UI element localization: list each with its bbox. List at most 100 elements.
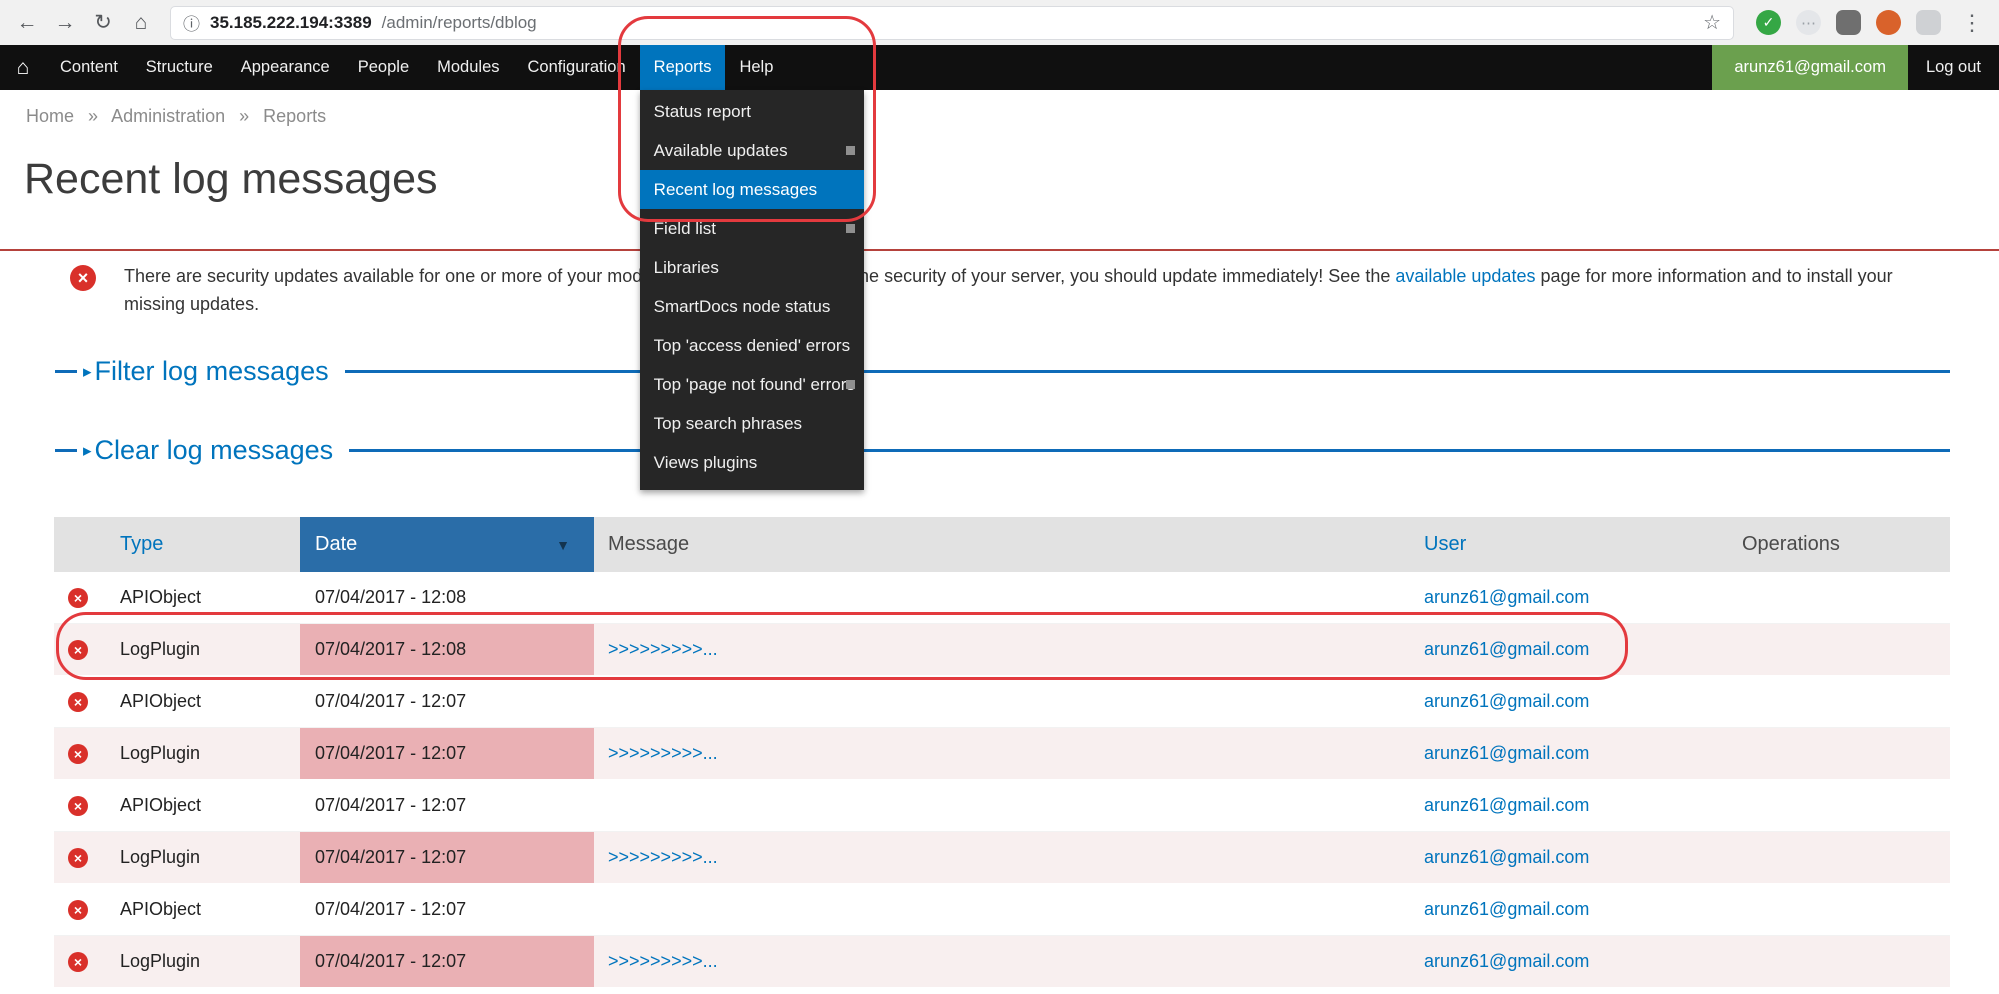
breadcrumb: Home » Administration » Reports — [26, 106, 326, 127]
clear-log-messages-legend[interactable]: ▸ Clear log messages — [77, 432, 349, 468]
toolbar-item-content[interactable]: Content — [46, 45, 132, 90]
log-operations-cell — [1730, 988, 1950, 994]
home-icon[interactable]: ⌂ — [124, 6, 158, 40]
reload-icon[interactable]: ↻ — [86, 6, 120, 40]
extension-check-icon[interactable]: ✓ — [1756, 10, 1781, 35]
log-message-link[interactable]: >>>>>>>>>... — [608, 743, 718, 763]
drupal-home-icon[interactable]: ⌂ — [0, 45, 46, 90]
log-type: APIObject — [120, 899, 201, 919]
log-row: × LogPlugin 07/04/2017 - 12:07 >>>>>>>>>… — [54, 936, 1950, 988]
update-indicator-icon — [846, 380, 855, 389]
address-bar[interactable]: ⓘ 35.185.222.194:3389/admin/reports/dblo… — [170, 6, 1734, 40]
toolbar-item-modules[interactable]: Modules — [423, 45, 513, 90]
log-message-link[interactable]: >>>>>>>>>... — [608, 639, 718, 659]
table-header-row: Type Date ▼ Message User Operations — [54, 517, 1950, 572]
breadcrumb-separator: » — [239, 106, 249, 126]
log-row: × LogPlugin 07/04/2017 - 12:07 >>>>>>>>>… — [54, 832, 1950, 884]
menu-item-status-report[interactable]: Status report — [640, 92, 864, 131]
log-message-link[interactable]: >>>>>>>>>... — [608, 951, 718, 971]
log-row: × APIObject 07/04/2017 - 12:08 arunz61@g… — [54, 572, 1950, 624]
extension-orange-icon[interactable] — [1876, 10, 1901, 35]
log-user-link[interactable]: arunz61@gmail.com — [1424, 951, 1589, 971]
log-user-link[interactable]: arunz61@gmail.com — [1424, 847, 1589, 867]
error-icon: × — [68, 588, 88, 608]
forward-icon[interactable]: → — [48, 6, 82, 40]
menu-item-label: Top 'page not found' errors — [654, 375, 855, 394]
log-row-highlighted: × LogPlugin 07/04/2017 - 12:08 >>>>>>>>>… — [54, 624, 1950, 676]
menu-item-libraries[interactable]: Libraries — [640, 248, 864, 287]
menu-item-top-page-not-found[interactable]: Top 'page not found' errors — [640, 365, 864, 404]
log-messages-table: Type Date ▼ Message User Operations × AP… — [54, 517, 1950, 994]
toolbar-spacer — [787, 45, 1712, 90]
log-type: LogPlugin — [120, 639, 200, 659]
extension-gray-icon[interactable] — [1916, 10, 1941, 35]
log-message-cell — [594, 884, 1410, 936]
bookmark-star-icon[interactable]: ☆ — [1703, 10, 1721, 35]
url-host: 35.185.222.194:3389 — [210, 13, 372, 33]
date-header-label: Date — [315, 533, 357, 555]
sort-by-type-link[interactable]: Type — [120, 533, 163, 555]
logout-button[interactable]: Log out — [1908, 45, 1999, 90]
log-row: × LogPlugin 07/04/2017 - 12:07 >>>>>>>>>… — [54, 728, 1950, 780]
available-updates-link[interactable]: available updates — [1395, 266, 1535, 286]
log-row: × APIObject 07/04/2017 - 12:07 arunz61@g… — [54, 988, 1950, 994]
error-icon: × — [68, 744, 88, 764]
browser-window: ← → ↻ ⌂ ⓘ 35.185.222.194:3389/admin/repo… — [0, 0, 1999, 994]
sort-by-date-header[interactable]: Date ▼ — [300, 517, 594, 572]
toolbar-item-help[interactable]: Help — [725, 45, 787, 90]
log-user-link[interactable]: arunz61@gmail.com — [1424, 795, 1589, 815]
menu-item-field-list[interactable]: Field list — [640, 209, 864, 248]
log-user-link[interactable]: arunz61@gmail.com — [1424, 639, 1589, 659]
page-info-icon[interactable]: ⓘ — [183, 10, 200, 35]
menu-item-top-access-denied[interactable]: Top 'access denied' errors — [640, 326, 864, 365]
log-user-link[interactable]: arunz61@gmail.com — [1424, 691, 1589, 711]
filter-log-messages-fieldset: ▸ Filter log messages — [55, 353, 1950, 389]
log-date: 07/04/2017 - 12:07 — [315, 795, 466, 815]
error-icon: × — [68, 796, 88, 816]
menu-item-label: Top search phrases — [654, 414, 802, 433]
log-type: LogPlugin — [120, 951, 200, 971]
back-icon[interactable]: ← — [10, 6, 44, 40]
filter-legend-label: Filter log messages — [95, 353, 329, 389]
toolbar-item-appearance[interactable]: Appearance — [227, 45, 344, 90]
collapsed-arrow-icon: ▸ — [83, 354, 92, 390]
update-indicator-icon — [846, 224, 855, 233]
filter-log-messages-legend[interactable]: ▸ Filter log messages — [77, 353, 345, 389]
toolbar-item-configuration[interactable]: Configuration — [514, 45, 640, 90]
log-type: APIObject — [120, 587, 201, 607]
breadcrumb-home-link[interactable]: Home — [26, 106, 74, 126]
menu-item-label: SmartDocs node status — [654, 297, 831, 316]
log-row: × APIObject 07/04/2017 - 12:07 arunz61@g… — [54, 676, 1950, 728]
sort-desc-icon: ▼ — [556, 537, 570, 553]
breadcrumb-reports-link[interactable]: Reports — [263, 106, 326, 126]
sort-by-user-link[interactable]: User — [1424, 533, 1466, 555]
toolbar-item-structure[interactable]: Structure — [132, 45, 227, 90]
extension-dots-icon[interactable]: ⋯ — [1796, 10, 1821, 35]
menu-item-top-search-phrases[interactable]: Top search phrases — [640, 404, 864, 443]
log-message-cell — [594, 780, 1410, 832]
log-operations-cell — [1730, 728, 1950, 780]
menu-item-smartdocs-node-status[interactable]: SmartDocs node status — [640, 287, 864, 326]
toolbar-item-reports[interactable]: Reports Status report Available updates … — [640, 45, 726, 90]
browser-menu-icon[interactable]: ⋮ — [1955, 10, 1989, 36]
error-icon: × — [68, 692, 88, 712]
clear-log-messages-fieldset: ▸ Clear log messages — [55, 432, 1950, 468]
breadcrumb-administration-link[interactable]: Administration — [111, 106, 225, 126]
log-type: LogPlugin — [120, 847, 200, 867]
log-user-link[interactable]: arunz61@gmail.com — [1424, 899, 1589, 919]
menu-item-available-updates[interactable]: Available updates — [640, 131, 864, 170]
log-type: APIObject — [120, 691, 201, 711]
log-message-cell — [594, 676, 1410, 728]
menu-item-views-plugins[interactable]: Views plugins — [640, 443, 864, 482]
log-user-link[interactable]: arunz61@gmail.com — [1424, 587, 1589, 607]
update-indicator-icon — [846, 146, 855, 155]
log-user-link[interactable]: arunz61@gmail.com — [1424, 743, 1589, 763]
clear-legend-label: Clear log messages — [95, 432, 334, 468]
toolbar-item-people[interactable]: People — [344, 45, 423, 90]
log-date: 07/04/2017 - 12:08 — [315, 639, 466, 659]
log-row: × APIObject 07/04/2017 - 12:07 arunz61@g… — [54, 780, 1950, 832]
extension-dark-icon[interactable] — [1836, 10, 1861, 35]
log-message-link[interactable]: >>>>>>>>>... — [608, 847, 718, 867]
account-button[interactable]: arunz61@gmail.com — [1712, 45, 1908, 90]
menu-item-recent-log-messages[interactable]: Recent log messages — [640, 170, 864, 209]
